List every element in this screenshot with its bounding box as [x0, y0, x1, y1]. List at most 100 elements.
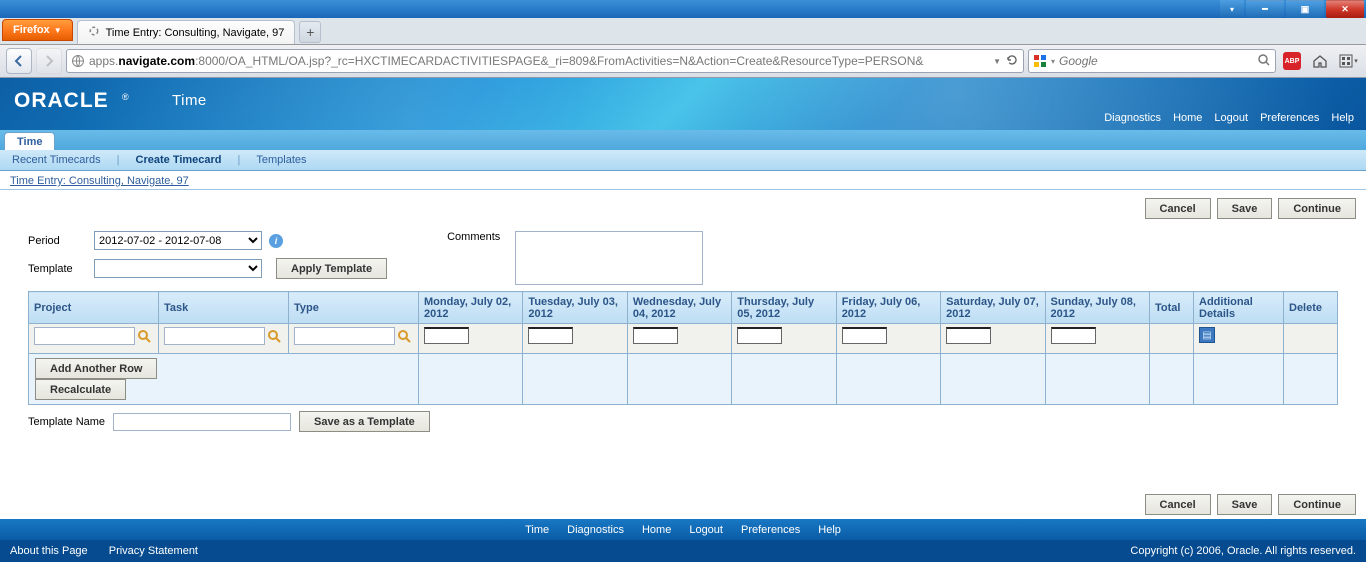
apply-template-button[interactable]: Apply Template [276, 258, 387, 279]
hours-d2[interactable] [633, 327, 678, 344]
back-button[interactable] [6, 48, 32, 74]
search-input[interactable] [1059, 54, 1253, 68]
adblock-icon[interactable]: ABP [1280, 49, 1304, 73]
firefox-menu-button[interactable]: Firefox ▼ [2, 19, 73, 41]
template-select[interactable] [94, 259, 262, 278]
footer-help[interactable]: Help [818, 524, 841, 536]
browser-toolbar: apps.navigate.com:8000/OA_HTML/OA.jsp?_r… [0, 45, 1366, 78]
lookup-icon[interactable] [397, 329, 412, 344]
recalculate-button[interactable]: Recalculate [35, 379, 126, 400]
url-text: apps.navigate.com:8000/OA_HTML/OA.jsp?_r… [89, 54, 989, 68]
template-name-input[interactable] [113, 413, 291, 431]
main-tabbar: Time [0, 130, 1366, 150]
cancel-button[interactable]: Cancel [1145, 198, 1211, 219]
sub-nav: Recent Timecards | Create Timecard | Tem… [0, 150, 1366, 171]
project-input[interactable] [34, 327, 135, 345]
continue-button-bottom[interactable]: Continue [1278, 494, 1356, 515]
continue-button[interactable]: Continue [1278, 198, 1356, 219]
svg-text:®: ® [122, 92, 129, 102]
reload-icon[interactable] [1005, 53, 1019, 70]
header-links: Diagnostics Home Logout Preferences Help [1104, 112, 1354, 124]
url-bar[interactable]: apps.navigate.com:8000/OA_HTML/OA.jsp?_r… [66, 49, 1024, 73]
subnav-templates[interactable]: Templates [252, 154, 310, 166]
col-d2: Wednesday, July 04, 2012 [627, 292, 731, 324]
svg-text:ORACLE: ORACLE [14, 89, 109, 112]
chevron-down-icon: ▼ [54, 26, 62, 35]
link-help[interactable]: Help [1331, 112, 1354, 124]
loading-icon [88, 25, 100, 40]
col-type: Type [289, 292, 419, 324]
hours-d5[interactable] [946, 327, 991, 344]
firefox-label: Firefox [13, 24, 50, 36]
grid-header-row: Project Task Type Monday, July 02, 2012 … [29, 292, 1338, 324]
comments-label: Comments [447, 231, 507, 243]
oracle-logo: ORACLE® Time [14, 88, 207, 112]
hours-d4[interactable] [842, 327, 887, 344]
grid-action-row: Add Another Row Recalculate [29, 354, 1338, 405]
forward-button[interactable] [36, 48, 62, 74]
window-menu-trigger[interactable]: ▾ [1220, 0, 1244, 18]
breadcrumb-link[interactable]: Time Entry: Consulting, Navigate, 97 [10, 175, 189, 187]
subnav-create[interactable]: Create Timecard [132, 154, 226, 166]
col-d5: Saturday, July 07, 2012 [941, 292, 1045, 324]
col-d4: Friday, July 06, 2012 [836, 292, 940, 324]
type-input[interactable] [294, 327, 395, 345]
search-engine-icon[interactable] [1033, 54, 1047, 68]
hours-d3[interactable] [737, 327, 782, 344]
footer-home[interactable]: Home [642, 524, 671, 536]
home-icon[interactable] [1308, 49, 1332, 73]
tab-title: Time Entry: Consulting, Navigate, 97 [106, 27, 285, 39]
link-logout[interactable]: Logout [1214, 112, 1248, 124]
time-grid: Project Task Type Monday, July 02, 2012 … [28, 291, 1338, 405]
save-button-bottom[interactable]: Save [1217, 494, 1273, 515]
dropdown-icon[interactable]: ▼ [993, 57, 1001, 66]
hours-d0[interactable] [424, 327, 469, 344]
save-button[interactable]: Save [1217, 198, 1273, 219]
comments-textarea[interactable] [515, 231, 703, 285]
window-restore-button[interactable]: ▣ [1286, 0, 1324, 18]
col-additional: Additional Details [1194, 292, 1284, 324]
period-select[interactable]: 2012-07-02 - 2012-07-08 [94, 231, 262, 250]
bookmarks-icon[interactable]: ▾ [1336, 49, 1360, 73]
window-titlebar: ▾ ━ ▣ ✕ [0, 0, 1366, 18]
lookup-icon[interactable] [267, 329, 282, 344]
window-close-button[interactable]: ✕ [1326, 0, 1364, 18]
form-block: Period 2012-07-02 - 2012-07-08 i Templat… [0, 223, 1366, 291]
breadcrumb: Time Entry: Consulting, Navigate, 97 [0, 171, 1366, 190]
footer-time[interactable]: Time [525, 524, 549, 536]
new-tab-button[interactable]: + [299, 21, 321, 43]
footer-diagnostics[interactable]: Diagnostics [567, 524, 624, 536]
link-diagnostics[interactable]: Diagnostics [1104, 112, 1161, 124]
footer-logout[interactable]: Logout [689, 524, 723, 536]
task-input[interactable] [164, 327, 265, 345]
col-d0: Monday, July 02, 2012 [419, 292, 523, 324]
col-d3: Thursday, July 05, 2012 [732, 292, 836, 324]
lookup-icon[interactable] [137, 329, 152, 344]
footer-preferences[interactable]: Preferences [741, 524, 800, 536]
footer-about[interactable]: About this Page [10, 545, 88, 557]
tab-time[interactable]: Time [4, 132, 55, 150]
template-name-label: Template Name [28, 416, 105, 428]
hours-d1[interactable] [528, 327, 573, 344]
add-row-button[interactable]: Add Another Row [35, 358, 157, 379]
total-cell [1150, 324, 1194, 354]
cancel-button-bottom[interactable]: Cancel [1145, 494, 1211, 515]
link-preferences[interactable]: Preferences [1260, 112, 1319, 124]
site-identity-icon[interactable] [71, 54, 85, 68]
search-bar[interactable]: ▾ [1028, 49, 1276, 73]
subnav-recent[interactable]: Recent Timecards [8, 154, 105, 166]
search-icon[interactable] [1257, 53, 1271, 70]
col-d1: Tuesday, July 03, 2012 [523, 292, 627, 324]
hours-d6[interactable] [1051, 327, 1096, 344]
link-home[interactable]: Home [1173, 112, 1202, 124]
browser-tab-active[interactable]: Time Entry: Consulting, Navigate, 97 [77, 20, 296, 44]
details-icon[interactable]: ▤ [1199, 327, 1215, 343]
window-minimize-button[interactable]: ━ [1246, 0, 1284, 18]
info-icon[interactable]: i [269, 234, 283, 248]
search-dropdown-icon[interactable]: ▾ [1051, 57, 1055, 66]
save-template-button[interactable]: Save as a Template [299, 411, 430, 432]
template-save-row: Template Name Save as a Template [0, 405, 1366, 438]
footer-privacy[interactable]: Privacy Statement [109, 545, 198, 557]
col-task: Task [159, 292, 289, 324]
footer-nav: Time Diagnostics Home Logout Preferences… [0, 519, 1366, 540]
